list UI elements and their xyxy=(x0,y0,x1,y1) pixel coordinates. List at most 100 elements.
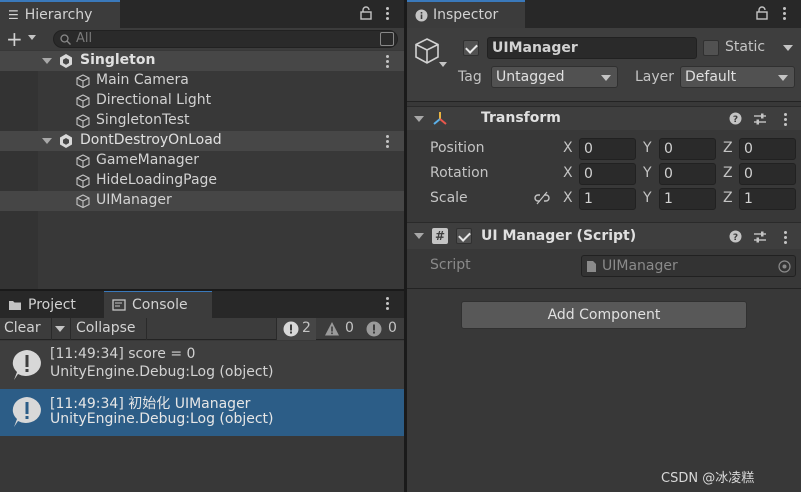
script-object-field[interactable]: UIManager xyxy=(581,255,796,277)
hierarchy-tabbar: ☰ Hierarchy xyxy=(0,0,404,28)
foldout-icon[interactable] xyxy=(42,138,52,144)
info-message-icon xyxy=(283,321,299,337)
console-entry-selected[interactable]: [11:49:34] 初始化 UIManager UnityEngine.Deb… xyxy=(0,389,404,436)
error-icon xyxy=(366,321,382,337)
transform-icon xyxy=(433,112,447,125)
add-component-button[interactable]: Add Component xyxy=(461,301,747,329)
scene-header-dontdestroyonload[interactable]: DontDestroyOnLoad xyxy=(0,131,404,151)
list-item[interactable]: HideLoadingPage xyxy=(0,171,404,191)
gameobject-cube-icon[interactable] xyxy=(413,37,441,65)
chevron-down-icon xyxy=(601,75,611,81)
object-name-field[interactable]: UIManager xyxy=(487,37,697,59)
panel-divider[interactable] xyxy=(0,289,404,291)
position-x-field[interactable]: 0 xyxy=(579,138,636,160)
rotation-x-field[interactable]: 0 xyxy=(579,163,636,185)
list-item[interactable]: Directional Light xyxy=(0,91,404,111)
script-component-title: UI Manager (Script) xyxy=(481,228,637,244)
axis-label: Y xyxy=(643,190,652,206)
scale-label: Scale xyxy=(430,190,468,206)
position-y-field[interactable]: 0 xyxy=(659,138,716,160)
help-icon[interactable]: ? xyxy=(729,230,742,243)
inspector-menu-icon[interactable] xyxy=(783,7,787,22)
clear-options-icon[interactable] xyxy=(55,326,65,332)
warning-filter-button[interactable]: 0 xyxy=(318,318,358,340)
tag-label: Tag xyxy=(458,69,482,85)
icon-dropdown-icon[interactable] xyxy=(439,62,447,67)
folder-icon xyxy=(9,301,21,310)
error-count: 0 xyxy=(388,320,397,336)
script-menu-icon[interactable] xyxy=(784,231,788,246)
position-z-field[interactable]: 0 xyxy=(739,138,796,160)
script-file-icon xyxy=(587,261,596,272)
static-dropdown-icon[interactable] xyxy=(783,45,793,51)
lock-icon[interactable] xyxy=(360,6,372,20)
collapse-button[interactable]: Collapse xyxy=(76,320,136,336)
add-button[interactable]: + xyxy=(6,27,23,51)
tag-dropdown[interactable]: Untagged xyxy=(491,66,618,88)
gameobject-cube-icon xyxy=(76,174,90,189)
info-message-icon xyxy=(12,350,41,380)
transform-menu-icon[interactable] xyxy=(784,113,788,128)
console-menu-icon[interactable] xyxy=(386,297,390,312)
entry-line1: [11:49:34] score = 0 xyxy=(50,346,196,362)
search-mode-icon[interactable] xyxy=(380,32,394,46)
script-enabled-checkbox[interactable] xyxy=(456,228,472,244)
entry-line2: UnityEngine.Debug:Log (object) xyxy=(50,364,274,380)
list-item[interactable]: Main Camera xyxy=(0,71,404,91)
layer-label: Layer xyxy=(635,69,675,85)
presets-icon[interactable] xyxy=(753,230,767,244)
static-checkbox[interactable] xyxy=(703,40,719,56)
add-dropdown-icon[interactable] xyxy=(28,35,36,40)
scene-name: Singleton xyxy=(80,52,156,68)
clear-button[interactable]: Clear xyxy=(4,320,41,336)
lock-icon[interactable] xyxy=(756,6,768,20)
transform-header[interactable]: Transform ? xyxy=(407,106,801,130)
svg-text:?: ? xyxy=(733,115,738,125)
log-count: 2 xyxy=(302,320,311,336)
scale-y-field[interactable]: 1 xyxy=(659,188,716,210)
help-icon[interactable]: ? xyxy=(729,112,742,125)
active-checkbox[interactable] xyxy=(463,40,479,56)
console-tab-label: Console xyxy=(132,297,188,313)
tab-project[interactable]: Project xyxy=(0,290,102,318)
gameobject-cube-icon xyxy=(76,194,90,209)
object-header: UIManager Static Tag Untagged Layer Defa… xyxy=(407,28,801,102)
project-tab-label: Project xyxy=(28,297,76,313)
link-icon[interactable] xyxy=(534,191,550,205)
scene-menu-icon[interactable] xyxy=(386,55,390,70)
layer-dropdown[interactable]: Default xyxy=(680,66,795,88)
list-item-selected[interactable]: UIManager xyxy=(0,191,404,211)
rotation-y-field[interactable]: 0 xyxy=(659,163,716,185)
scale-z-field[interactable]: 1 xyxy=(739,188,796,210)
gameobject-name: Directional Light xyxy=(96,92,212,108)
foldout-icon[interactable] xyxy=(42,58,52,64)
console-entry[interactable]: [11:49:34] score = 0 UnityEngine.Debug:L… xyxy=(0,341,404,389)
foldout-icon[interactable] xyxy=(414,116,424,122)
entry-line2: UnityEngine.Debug:Log (object) xyxy=(50,411,274,427)
layer-value: Default xyxy=(685,69,737,85)
foldout-icon[interactable] xyxy=(414,233,424,239)
gameobject-name: UIManager xyxy=(96,192,172,208)
tab-hierarchy[interactable]: ☰ Hierarchy xyxy=(0,0,120,28)
search-input[interactable]: All xyxy=(53,30,398,48)
script-component-header[interactable]: # UI Manager (Script) ? xyxy=(407,222,801,249)
rotation-z-field[interactable]: 0 xyxy=(739,163,796,185)
scale-x-field[interactable]: 1 xyxy=(579,188,636,210)
presets-icon[interactable] xyxy=(753,112,767,126)
watermark: CSDN @冰凌糕 xyxy=(661,471,755,486)
target-icon[interactable] xyxy=(778,260,791,273)
gameobject-name: SingletonTest xyxy=(96,112,190,128)
log-filter-button[interactable]: 2 xyxy=(276,318,316,340)
info-message-icon xyxy=(12,397,41,427)
tab-inspector[interactable]: Inspector xyxy=(407,0,525,28)
tab-console[interactable]: Console xyxy=(104,290,212,318)
gameobject-name: Main Camera xyxy=(96,72,189,88)
list-item[interactable]: SingletonTest xyxy=(0,111,404,131)
error-filter-button[interactable]: 0 xyxy=(360,318,402,340)
scene-header-singleton[interactable]: Singleton xyxy=(0,51,404,71)
hierarchy-menu-icon[interactable] xyxy=(386,7,390,22)
warning-count: 0 xyxy=(345,320,354,336)
list-item[interactable]: GameManager xyxy=(0,151,404,171)
toolbar-divider xyxy=(51,318,52,340)
scene-menu-icon[interactable] xyxy=(386,135,390,150)
